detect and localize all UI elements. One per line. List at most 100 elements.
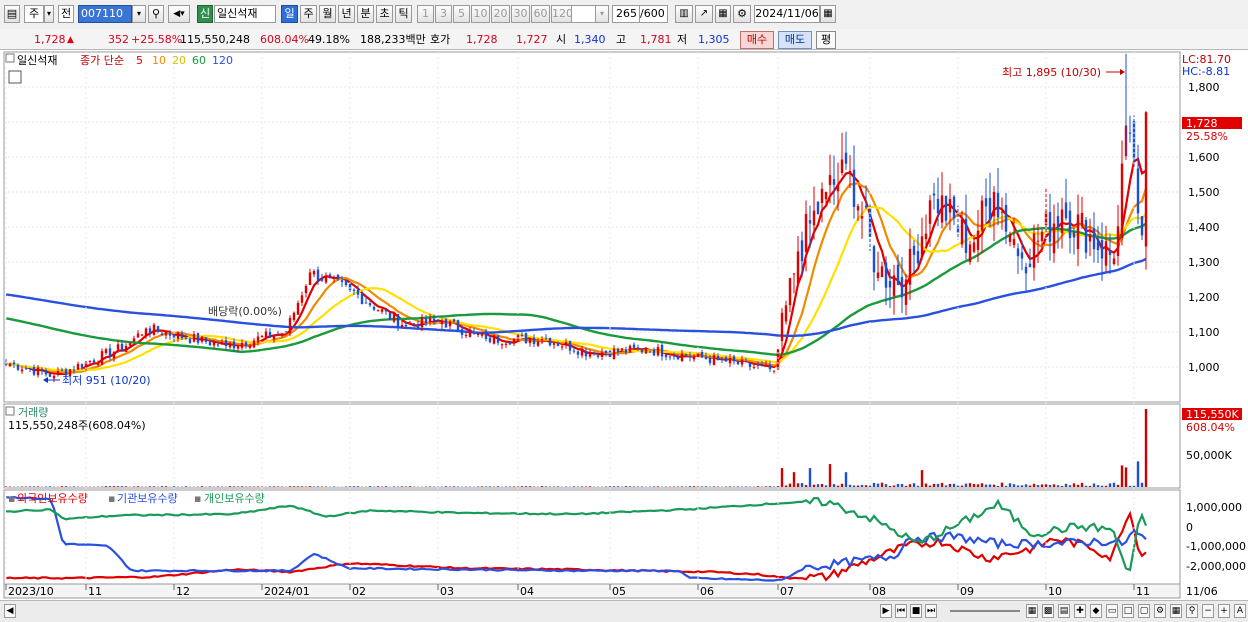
volume-panel-menu-icon[interactable] — [6, 407, 14, 415]
institution-legend-marker: ▪ — [108, 492, 115, 505]
candle-body — [625, 349, 627, 352]
wrench-icon[interactable]: ⚙ — [1154, 604, 1166, 618]
candle-body — [813, 211, 815, 226]
volume-bar — [377, 486, 379, 487]
volume-bar — [29, 486, 31, 487]
zoom-slider[interactable] — [950, 610, 1020, 612]
prev-button[interactable]: 전 — [58, 5, 74, 23]
zoom-out-icon[interactable]: − — [1202, 604, 1214, 618]
interval-button-60[interactable]: 60 — [531, 5, 550, 23]
interval-dropdown-icon[interactable]: ▾ — [595, 5, 609, 23]
period-button-6[interactable]: 틱 — [395, 5, 412, 23]
search-icon[interactable]: ⚲ — [148, 5, 164, 23]
period-button-1[interactable]: 주 — [300, 5, 317, 23]
volume-bar — [557, 486, 559, 487]
period-button-0[interactable]: 일 — [281, 5, 298, 23]
scroll-right-icon[interactable]: ▶ — [880, 604, 892, 618]
interval-button-20[interactable]: 20 — [491, 5, 510, 23]
candle-body — [361, 294, 363, 304]
zoom-search-icon[interactable]: ⚲ — [1186, 604, 1198, 618]
panel-menu-icon[interactable] — [6, 54, 14, 62]
zoom-in-icon[interactable]: + — [1218, 604, 1230, 618]
candle-body — [965, 219, 967, 253]
candle-body — [245, 342, 247, 346]
stop-icon[interactable]: ■ — [910, 604, 922, 618]
volume-bar — [1033, 484, 1035, 487]
tools-icon[interactable]: ✚ — [1074, 604, 1086, 618]
restore-icon[interactable]: ▢ — [1138, 604, 1150, 618]
copy-icon[interactable]: ▩ — [1042, 604, 1054, 618]
window-menu-icon[interactable]: ▤ — [4, 5, 20, 23]
interval-button-1[interactable]: 1 — [417, 5, 434, 23]
scroll-last-icon[interactable]: ⏭ — [925, 604, 937, 618]
buy-button[interactable]: 매수 — [740, 31, 774, 49]
candle-body — [421, 317, 423, 327]
scroll-left-icon[interactable]: ◀ — [4, 604, 16, 618]
candle-body — [61, 370, 63, 371]
candle-body — [913, 246, 915, 255]
candle-body — [537, 341, 539, 345]
candle-type-icon[interactable]: ▥ — [675, 5, 693, 23]
candle-body — [413, 323, 415, 324]
period-button-4[interactable]: 분 — [357, 5, 374, 23]
volume-bar — [849, 485, 851, 487]
candle-body — [805, 214, 807, 252]
holdings-scale-2: 0 — [1186, 521, 1193, 534]
market-dropdown-icon[interactable]: ▾ — [44, 5, 54, 23]
save-icon[interactable]: ▦ — [715, 5, 731, 23]
volume-bar — [689, 486, 691, 487]
volume-bar — [873, 483, 875, 487]
candle-body — [769, 365, 771, 369]
price-tick-label: 1,200 — [1188, 291, 1220, 304]
auto-scale-icon[interactable]: A — [1234, 604, 1246, 618]
layout-icon[interactable]: ▤ — [1058, 604, 1070, 618]
candle-body — [549, 338, 551, 345]
candle-body — [873, 246, 875, 272]
period-button-3[interactable]: 년 — [338, 5, 355, 23]
candle-body — [33, 367, 35, 374]
candle-body — [337, 275, 339, 280]
volume-bar — [901, 484, 903, 487]
frame-icon[interactable]: □ — [1122, 604, 1134, 618]
grid-toggle-icon[interactable] — [9, 71, 21, 83]
low-price: 1,305 — [698, 32, 730, 48]
split-icon[interactable]: ▭ — [1106, 604, 1118, 618]
volume-bar — [149, 486, 151, 487]
compare-icon[interactable]: ▦ — [1026, 604, 1038, 618]
candle-body — [309, 273, 311, 285]
chart-toolbar: ▤ 주 ▾ 전 007110 ▾ ⚲ ◀▾ 신 일신석재 일주월년분초틱 135… — [0, 0, 1248, 30]
volume-bar — [497, 486, 499, 487]
stock-code-input[interactable]: 007110 — [78, 5, 132, 23]
scroll-first-icon[interactable]: ⏮ — [895, 604, 907, 618]
pin-icon[interactable]: ◆ — [1090, 604, 1102, 618]
period-button-2[interactable]: 월 — [319, 5, 336, 23]
eval-button[interactable]: 평 — [816, 31, 836, 49]
period-button-5[interactable]: 초 — [376, 5, 393, 23]
interval-button-5[interactable]: 5 — [453, 5, 470, 23]
volume-bar — [701, 486, 703, 487]
draw-tool-icon[interactable]: ↗ — [695, 5, 713, 23]
date-input[interactable]: 2024/11/06 — [754, 5, 820, 23]
individual-legend: 개인보유수량 — [204, 492, 265, 505]
interval-button-3[interactable]: 3 — [435, 5, 452, 23]
market-select[interactable]: 주 — [24, 5, 44, 23]
stock-chart[interactable]: 1,0001,1001,2001,3001,4001,5001,6001,700… — [0, 50, 1248, 600]
candle-body — [801, 240, 803, 261]
export-icon[interactable]: ▦ — [1170, 604, 1182, 618]
speaker-icon[interactable]: ◀▾ — [168, 5, 190, 23]
interval-button-120[interactable]: 120 — [551, 5, 573, 23]
code-dropdown-icon[interactable]: ▾ — [132, 5, 146, 23]
price-tick-label: 1,800 — [1188, 81, 1220, 94]
interval-button-10[interactable]: 10 — [471, 5, 490, 23]
count-input[interactable]: 265 — [612, 5, 640, 23]
gear-icon[interactable]: ⚙ — [733, 5, 751, 23]
calendar-icon[interactable]: ▦ — [820, 5, 836, 23]
volume-bar — [797, 483, 799, 487]
volume-bar — [809, 468, 811, 487]
x-tick-label: 2023/10 — [8, 585, 54, 598]
candle-body — [829, 175, 831, 185]
scroll-bar[interactable]: ◀ ▶ ⏮ ■ ⏭ ▦ ▩ ▤ ✚ ◆ ▭ □ ▢ ⚙ ▦ ⚲ − + A — [0, 600, 1248, 622]
sell-button[interactable]: 매도 — [778, 31, 812, 49]
interval-button-30[interactable]: 30 — [511, 5, 530, 23]
candle-body — [581, 349, 583, 356]
